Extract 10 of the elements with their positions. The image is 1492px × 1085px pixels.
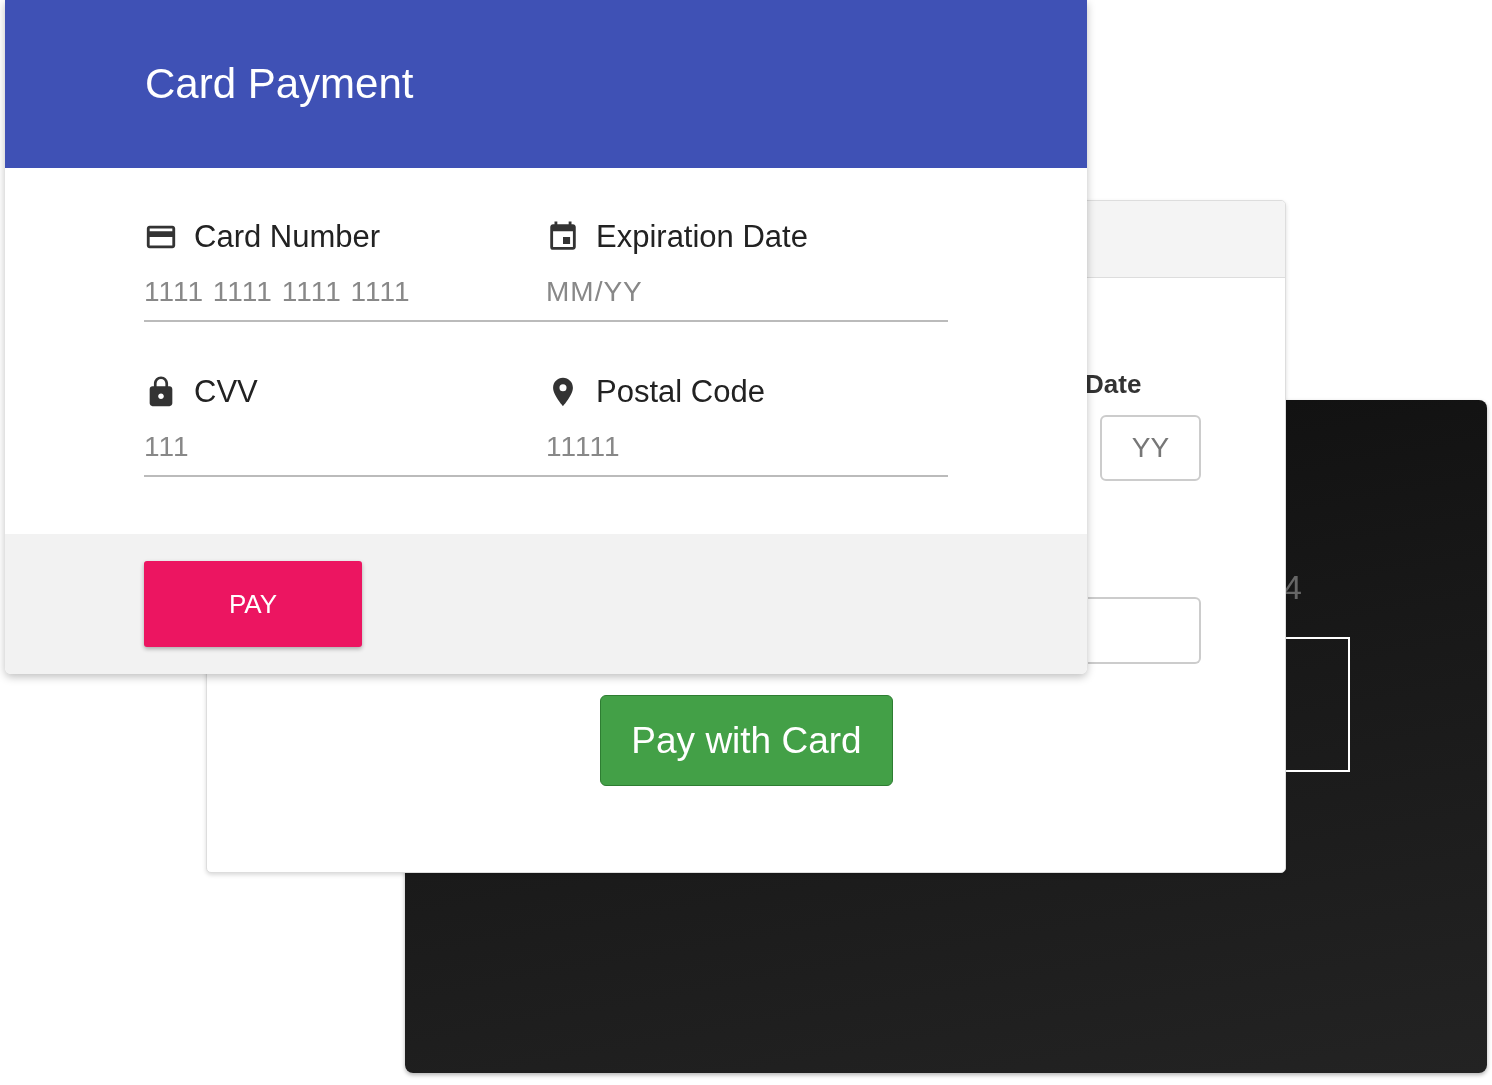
pay-with-card-button[interactable]: Pay with Card [600,695,893,786]
field-label: Postal Code [596,374,765,410]
year-field[interactable]: YY [1100,415,1201,481]
field-label: CVV [194,374,258,410]
input-field[interactable] [1088,597,1201,664]
card-title: Card Payment [145,60,414,108]
field-label: Expiration Date [596,219,808,255]
field-label: Date [1085,369,1142,400]
pay-button[interactable]: PAY [144,561,362,647]
field-label: Card Number [194,219,381,255]
